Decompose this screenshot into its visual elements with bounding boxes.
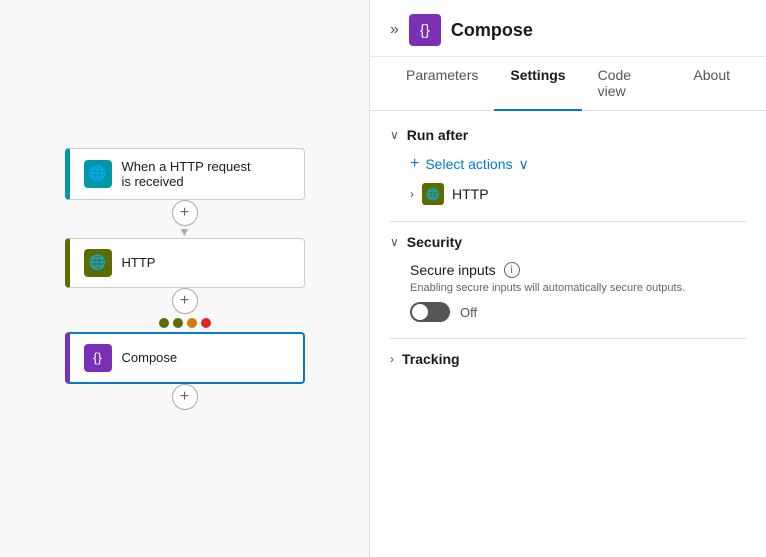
tab-code-view[interactable]: Code view — [582, 57, 678, 111]
panel-title: Compose — [451, 20, 533, 41]
run-after-section: ∨ Run after + Select actions ∨ › 🌐 HTTP — [390, 127, 746, 205]
tracking-title: Tracking — [402, 351, 460, 367]
select-actions-label: Select actions — [425, 156, 512, 172]
http-icon: 🌐 — [84, 249, 112, 277]
flow-nodes: 🌐 When a HTTP requestis received + ▼ 🌐 H… — [65, 148, 305, 410]
tab-parameters[interactable]: Parameters — [390, 57, 494, 111]
connector-3: + — [172, 384, 198, 410]
secure-inputs-label: Secure inputs — [410, 262, 496, 278]
http-node[interactable]: 🌐 HTTP — [65, 238, 305, 288]
add-step-1[interactable]: + — [172, 200, 198, 226]
select-actions-plus: + — [410, 155, 419, 173]
status-dots — [159, 318, 211, 328]
run-after-chevron: ∨ — [390, 128, 399, 142]
add-step-3[interactable]: + — [172, 384, 198, 410]
security-title: Security — [407, 234, 462, 250]
toggle-row: Off — [410, 302, 746, 322]
run-after-header[interactable]: ∨ Run after — [390, 127, 746, 143]
security-section: ∨ Security Secure inputs i Enabling secu… — [390, 234, 746, 322]
http-mini-icon: 🌐 — [422, 183, 444, 205]
connector-2: + — [172, 288, 198, 314]
dot-orange — [187, 318, 197, 328]
panel-content: ∨ Run after + Select actions ∨ › 🌐 HTTP … — [370, 111, 766, 557]
connector-1: + ▼ — [172, 200, 198, 238]
toggle-off-label: Off — [460, 305, 477, 320]
security-header[interactable]: ∨ Security — [390, 234, 746, 250]
secure-hint: Enabling secure inputs will automaticall… — [410, 282, 746, 294]
divider-2 — [390, 338, 746, 339]
dot-green — [159, 318, 169, 328]
compose-panel-icon: {} — [409, 14, 441, 46]
http-request-label: When a HTTP requestis received — [122, 159, 251, 189]
right-panel: » {} Compose Parameters Settings Code vi… — [370, 0, 766, 557]
flow-canvas: 🌐 When a HTTP requestis received + ▼ 🌐 H… — [0, 0, 370, 557]
info-icon[interactable]: i — [504, 262, 520, 278]
tracking-section: › Tracking — [390, 351, 746, 367]
http-run-after-label: HTTP — [452, 186, 489, 202]
compose-icon: {} — [84, 344, 112, 372]
dot-red — [201, 318, 211, 328]
compose-label: Compose — [122, 350, 178, 365]
dot-green-2 — [173, 318, 183, 328]
add-step-2[interactable]: + — [172, 288, 198, 314]
panel-header: » {} Compose — [370, 0, 766, 57]
secure-inputs-row: Secure inputs i — [410, 262, 746, 278]
tab-about[interactable]: About — [677, 57, 746, 111]
tab-settings[interactable]: Settings — [494, 57, 581, 111]
http-expand-chevron: › — [410, 187, 414, 201]
tracking-chevron: › — [390, 352, 394, 366]
http-label: HTTP — [122, 255, 156, 270]
http-request-icon: 🌐 — [84, 160, 112, 188]
http-run-after-row[interactable]: › 🌐 HTTP — [410, 183, 746, 205]
tabs-bar: Parameters Settings Code view About — [370, 57, 766, 111]
select-actions-chevron: ∨ — [519, 156, 529, 173]
collapse-button[interactable]: » — [390, 21, 399, 39]
http-request-node[interactable]: 🌐 When a HTTP requestis received — [65, 148, 305, 200]
secure-inputs-toggle[interactable] — [410, 302, 450, 322]
compose-node[interactable]: {} Compose — [65, 332, 305, 384]
select-actions-row[interactable]: + Select actions ∨ — [410, 155, 746, 173]
tracking-header[interactable]: › Tracking — [390, 351, 746, 367]
arrow-1: ▼ — [179, 226, 191, 238]
toggle-thumb — [412, 304, 428, 320]
divider-1 — [390, 221, 746, 222]
run-after-title: Run after — [407, 127, 468, 143]
security-chevron: ∨ — [390, 235, 399, 249]
